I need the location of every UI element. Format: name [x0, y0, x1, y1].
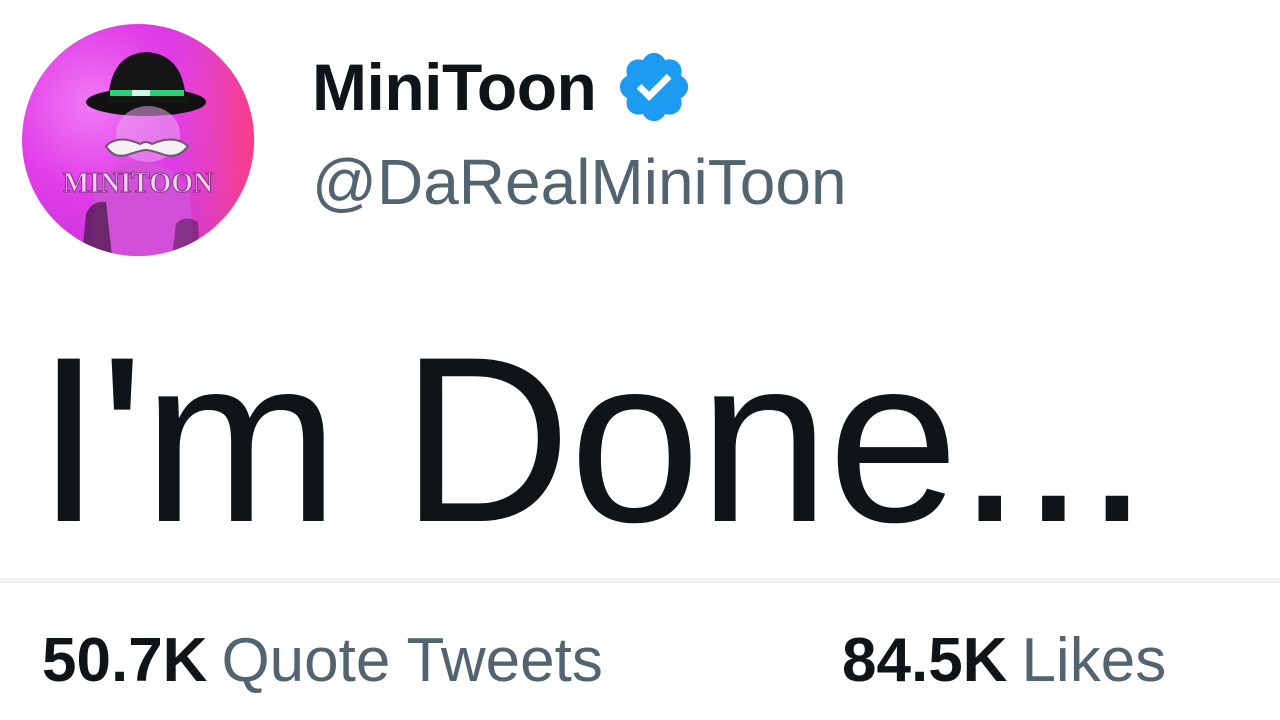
tweet-text: I'm Done...	[36, 308, 1150, 572]
profile-avatar[interactable]: MINITOON	[22, 24, 254, 256]
quote-tweets-count: 50.7K	[42, 626, 208, 695]
quote-tweets-link[interactable]: 50.7K Quote Tweets	[42, 630, 603, 692]
avatar-image: MINITOON	[22, 24, 254, 256]
author-display-name[interactable]: MiniToon	[312, 54, 597, 120]
verified-badge-icon	[614, 47, 694, 127]
quote-tweets-label: Quote Tweets	[221, 626, 603, 695]
likes-label: Likes	[1021, 626, 1167, 695]
name-row: MiniToon	[312, 46, 694, 128]
tweet-stats: 50.7K Quote Tweets 84.5K Likes	[42, 630, 1272, 702]
author-handle[interactable]: @DaRealMiniToon	[312, 150, 847, 214]
likes-count: 84.5K	[842, 626, 1008, 695]
tweet-card: MINITOON MiniToon @DaRealMiniToon I'm Do…	[0, 0, 1280, 720]
avatar-text: MINITOON	[63, 168, 213, 199]
divider	[0, 578, 1280, 583]
likes-link[interactable]: 84.5K Likes	[842, 630, 1166, 692]
